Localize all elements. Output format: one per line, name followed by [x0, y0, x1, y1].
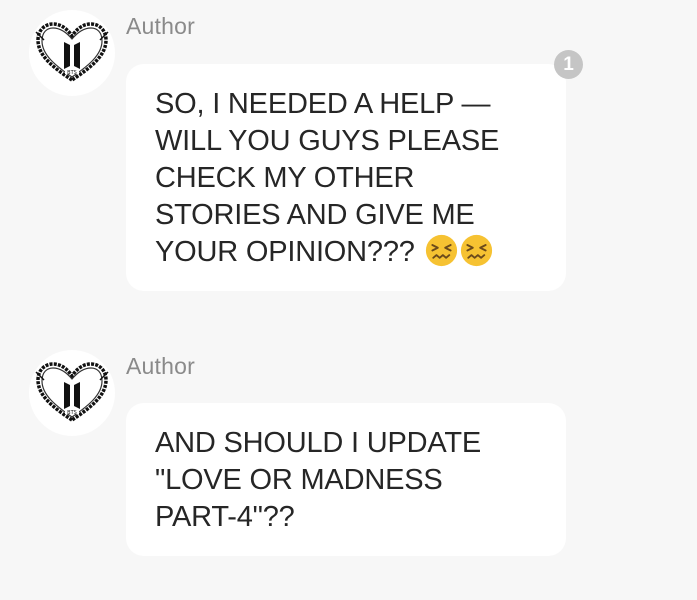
comment-count-badge[interactable]: 1 — [554, 50, 583, 79]
message-text: SO, I NEEDED A HELP — WILL YOU GUYS PLEA… — [155, 88, 500, 268]
message-bubble[interactable]: AND SHOULD I UPDATE "LOVE OR MADNESS PAR… — [126, 403, 566, 556]
bts-heart-logo-icon: BTS — [35, 22, 109, 83]
message-bubble[interactable]: SO, I NEEDED A HELP — WILL YOU GUYS PLEA… — [126, 64, 566, 291]
confounded-face-icon — [425, 234, 457, 267]
avatar[interactable]: BTS — [29, 350, 115, 436]
svg-text:BTS: BTS — [67, 410, 77, 416]
avatar[interactable]: BTS — [29, 10, 115, 96]
message-text: AND SHOULD I UPDATE "LOVE OR MADNESS PAR… — [155, 427, 481, 533]
bts-heart-logo-icon: BTS — [35, 362, 109, 423]
author-name[interactable]: Author — [126, 13, 195, 40]
confounded-face-icon — [460, 234, 492, 267]
author-name[interactable]: Author — [126, 353, 195, 380]
svg-text:BTS: BTS — [67, 70, 77, 76]
